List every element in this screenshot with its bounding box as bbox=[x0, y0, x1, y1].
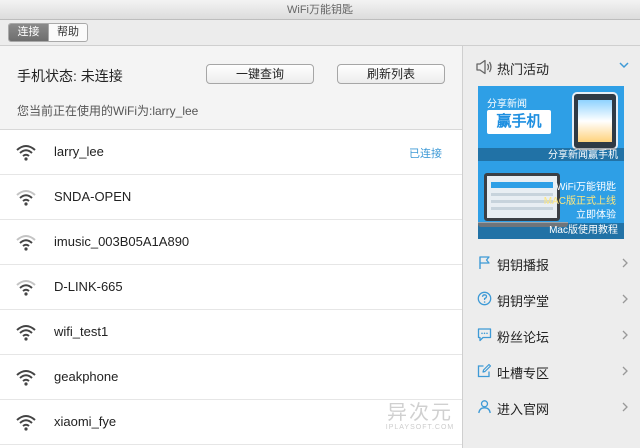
wifi-name: D-LINK-665 bbox=[54, 279, 123, 294]
chevron-right-icon bbox=[622, 402, 628, 412]
sidebar-item-label: 粉丝论坛 bbox=[497, 330, 550, 345]
main-panel: 手机状态: 未连接 一键查询 刷新列表 您当前正在使用的WiFi为:larry_… bbox=[0, 46, 462, 448]
wifi-strong-icon bbox=[16, 145, 36, 161]
mac-tutorial-banner[interactable]: WiFi万能钥匙 MAC版正式上线 立即体验 Mac版使用教程 bbox=[478, 161, 624, 239]
speaker-icon bbox=[476, 59, 492, 75]
phone-screen bbox=[578, 100, 612, 142]
chevron-right-icon bbox=[622, 294, 628, 304]
wifi-row[interactable]: geakphone bbox=[0, 355, 462, 400]
question-icon bbox=[477, 291, 492, 306]
hot-activities-header[interactable]: 热门活动 bbox=[463, 46, 640, 88]
chevron-right-icon bbox=[622, 258, 628, 268]
wifi-row[interactable]: larry_lee 已连接 bbox=[0, 130, 462, 175]
hot-activities-title: 热门活动 bbox=[497, 62, 550, 77]
banner-line: 立即体验 bbox=[576, 210, 616, 221]
banner-line: WiFi万能钥匙 bbox=[556, 182, 616, 193]
flag-icon bbox=[479, 256, 490, 269]
wifi-medium-icon bbox=[16, 280, 36, 296]
banner-headline: 赢手机 bbox=[487, 110, 551, 134]
sidebar: 热门活动 分享新闻 赢手机 分享新闻赢手机 WiFi万能钥匙 MAC版正式上线 … bbox=[463, 46, 640, 448]
sidebar-item-label: 进入官网 bbox=[497, 402, 550, 417]
user-icon bbox=[478, 400, 491, 414]
wifi-row[interactable]: SNDA-OPEN bbox=[0, 175, 462, 220]
wifi-strong-icon bbox=[16, 370, 36, 386]
refresh-list-button[interactable]: 刷新列表 bbox=[337, 64, 445, 84]
current-wifi-text: 您当前正在使用的WiFi为:larry_lee bbox=[17, 104, 199, 118]
wifi-medium-icon bbox=[16, 235, 36, 251]
sidebar-item-label: 吐槽专区 bbox=[497, 366, 550, 381]
tab-help[interactable]: 帮助 bbox=[48, 24, 87, 41]
wifi-name: geakphone bbox=[54, 369, 119, 384]
wifi-row[interactable]: imusic_003B05A1A890 bbox=[0, 220, 462, 265]
tab-bar: 连接 帮助 bbox=[0, 20, 640, 46]
tab-connect[interactable]: 连接 bbox=[9, 24, 48, 41]
chevron-right-icon bbox=[622, 366, 628, 376]
sidebar-item-broadcast[interactable]: 钥钥播报 bbox=[463, 245, 640, 281]
watermark-en: IPLAYSOFT.COM bbox=[385, 424, 455, 431]
wifi-strong-icon bbox=[16, 415, 36, 431]
sidebar-item-label: 钥钥学堂 bbox=[497, 294, 550, 309]
wifi-name: SNDA-OPEN bbox=[54, 189, 132, 204]
sidebar-item-feedback[interactable]: 吐槽专区 bbox=[463, 353, 640, 389]
wifi-name: wifi_test1 bbox=[54, 324, 109, 339]
tab-group: 连接 帮助 bbox=[8, 23, 88, 42]
phone-illustration bbox=[572, 92, 618, 150]
chat-icon bbox=[477, 328, 492, 342]
edit-icon bbox=[477, 363, 492, 378]
wifi-strong-icon bbox=[16, 325, 36, 341]
chevron-right-icon bbox=[622, 330, 628, 340]
wifi-medium-icon bbox=[16, 190, 36, 206]
connected-status: 已连接 bbox=[409, 148, 442, 160]
sidebar-item-forum[interactable]: 粉丝论坛 bbox=[463, 317, 640, 353]
status-panel: 手机状态: 未连接 一键查询 刷新列表 您当前正在使用的WiFi为:larry_… bbox=[0, 46, 462, 130]
sidebar-item-label: 钥钥播报 bbox=[497, 258, 550, 273]
banner-caption: Mac版使用教程 bbox=[478, 223, 624, 239]
wifi-row[interactable]: wifi_test1 bbox=[0, 310, 462, 355]
wifi-row[interactable]: D-LINK-665 bbox=[0, 265, 462, 310]
watermark: 异次元 IPLAYSOFT.COM bbox=[380, 402, 460, 431]
watermark-cn: 异次元 bbox=[387, 402, 453, 424]
share-news-banner[interactable]: 分享新闻 赢手机 分享新闻赢手机 bbox=[478, 86, 624, 164]
one-key-query-button[interactable]: 一键查询 bbox=[206, 64, 314, 84]
banner-tag: 分享新闻 bbox=[487, 99, 527, 110]
chevron-down-icon bbox=[619, 62, 629, 69]
phone-status: 手机状态: 未连接 bbox=[17, 68, 123, 84]
sidebar-menu: 钥钥播报 钥钥学堂 粉丝论坛 吐槽专区 进入官网 bbox=[463, 245, 640, 425]
wifi-name: larry_lee bbox=[54, 144, 104, 159]
sidebar-item-school[interactable]: 钥钥学堂 bbox=[463, 281, 640, 317]
wifi-list: larry_lee 已连接 SNDA-OPEN imusic_003B05A1A… bbox=[0, 130, 462, 445]
laptop-screen-row bbox=[491, 207, 553, 210]
title-bar: WiFi万能钥匙 bbox=[0, 0, 640, 20]
laptop-screen-bar bbox=[491, 182, 553, 188]
wifi-name: xiaomi_fye bbox=[54, 414, 117, 429]
wifi-name: imusic_003B05A1A890 bbox=[54, 234, 190, 249]
banner-line: MAC版正式上线 bbox=[543, 196, 616, 207]
window-title: WiFi万能钥匙 bbox=[287, 4, 353, 16]
sidebar-item-website[interactable]: 进入官网 bbox=[463, 389, 640, 425]
